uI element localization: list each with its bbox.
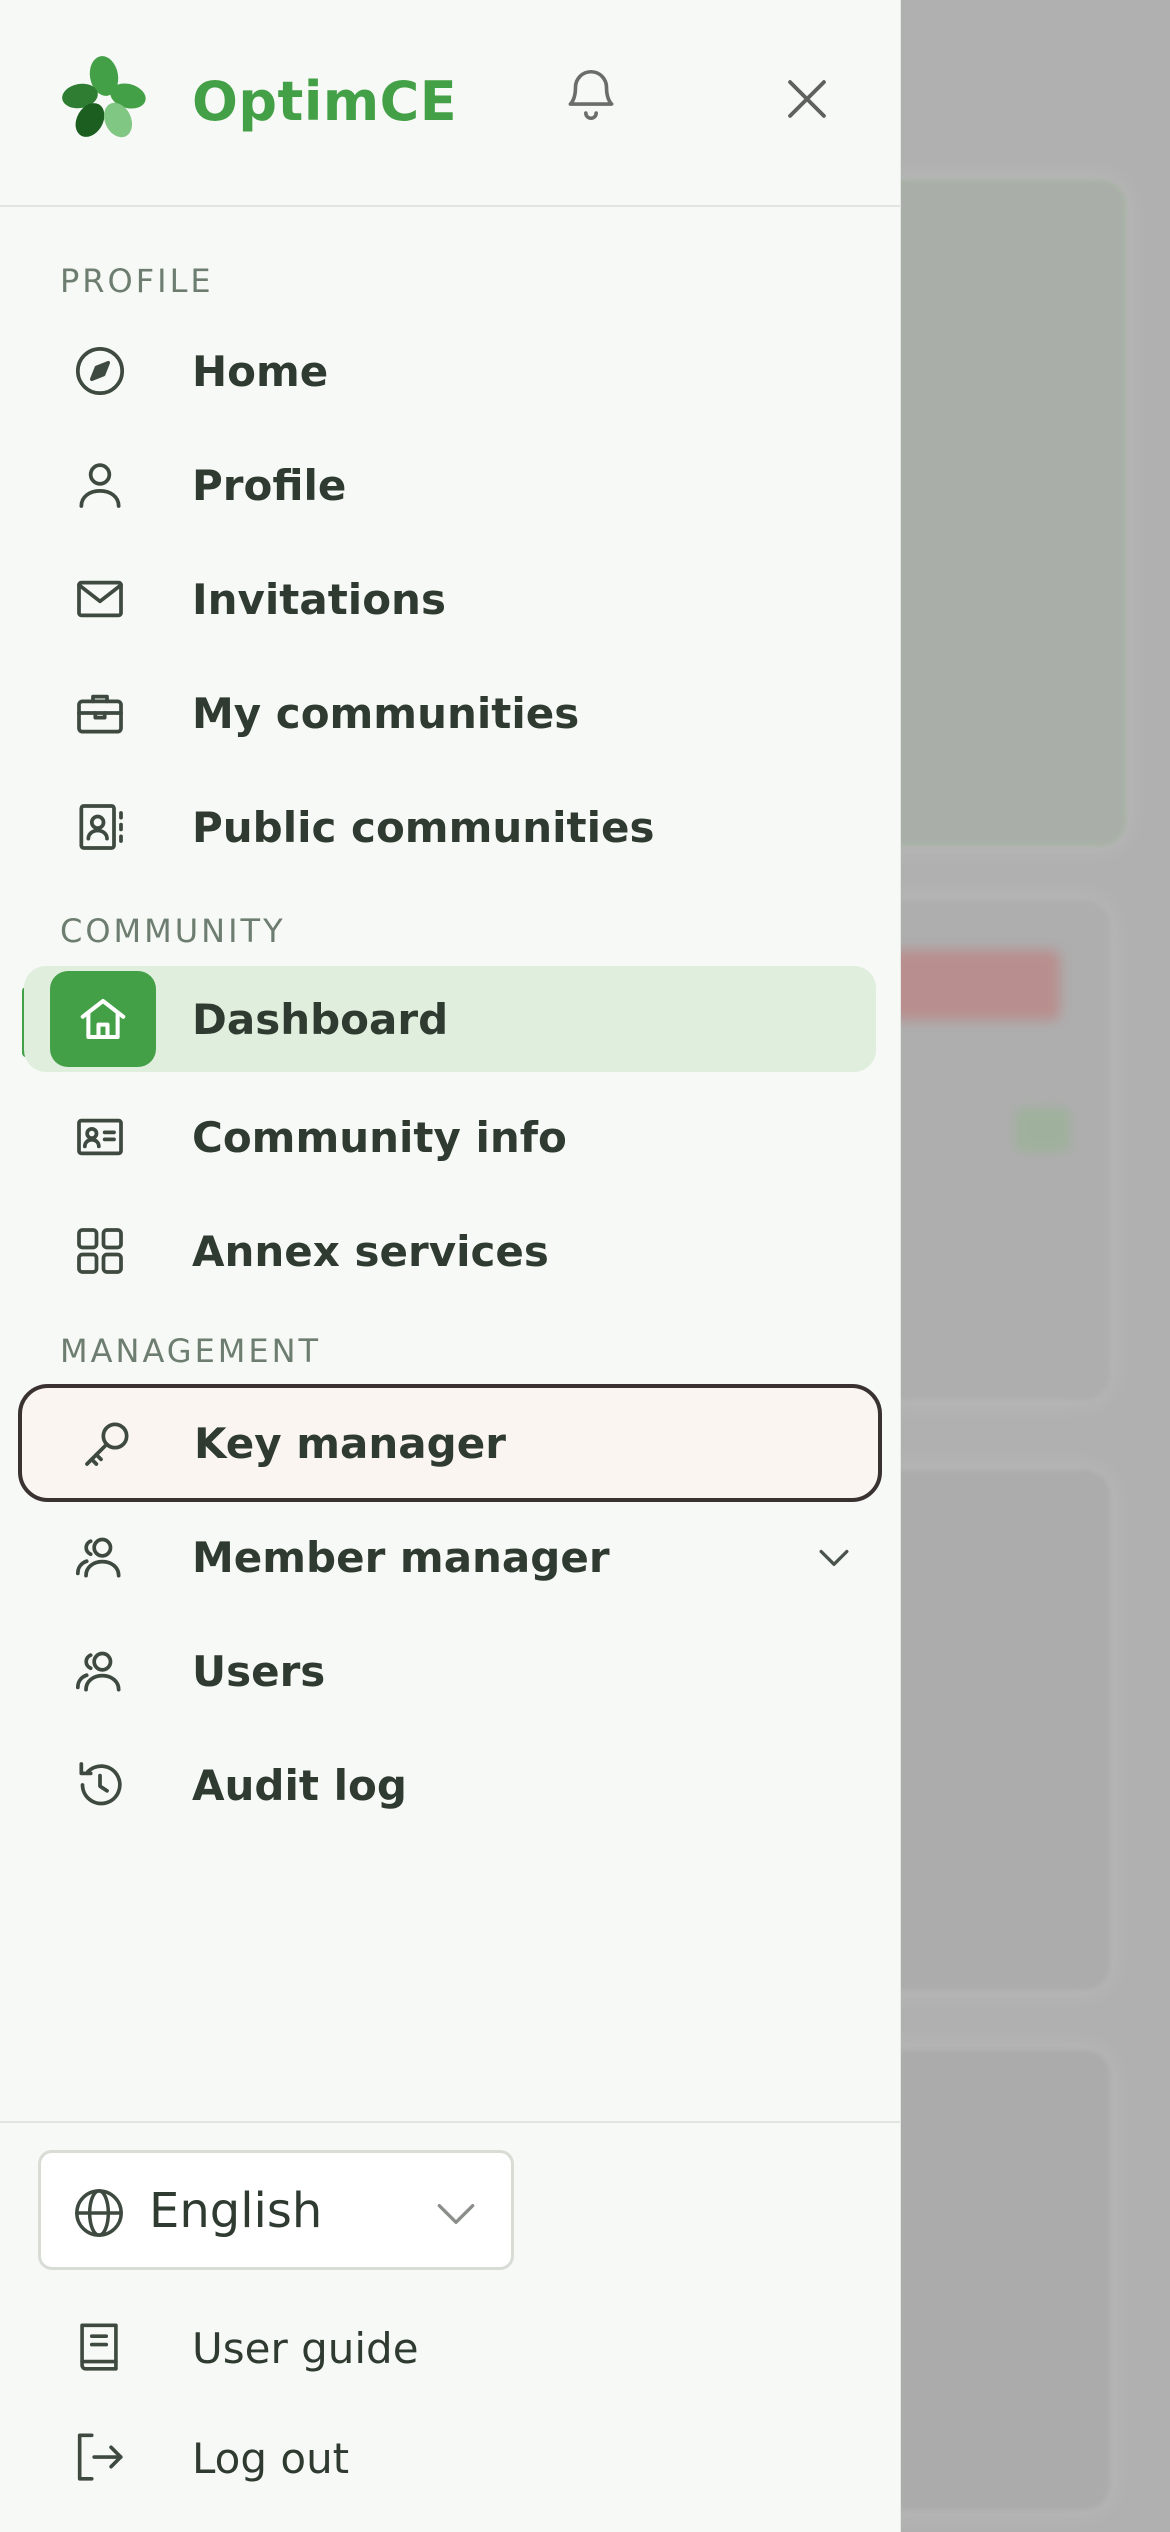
key-icon [78,1413,138,1473]
chevron-down-icon[interactable] [812,1535,856,1579]
book-icon [70,2318,130,2378]
section-label-profile: PROFILE [60,262,214,300]
nav-item-users[interactable]: Users [22,1618,878,1724]
nav-item-label: Audit log [192,1760,407,1810]
nav-item-label: Annex services [192,1226,549,1276]
navigation-drawer: OptimCE PROFILE Home Profile Invitations… [0,0,901,2532]
nav-item-label: Invitations [192,574,446,624]
home-icon [50,971,156,1067]
background-card [870,1470,1110,1990]
globe-icon [71,2185,127,2241]
bell-icon [568,70,614,120]
background-card [870,2050,1110,2510]
nav-item-label: Users [192,1646,326,1696]
nav-item-audit-log[interactable]: Audit log [22,1732,878,1838]
chevron-down-icon [431,2189,481,2239]
language-select[interactable]: English [38,2150,514,2270]
footer-divider [0,2121,900,2123]
nav-item-community-info[interactable]: Community info [22,1084,878,1190]
nav-item-label: Dashboard [192,994,449,1044]
users-icon [70,1527,130,1587]
nav-item-label: My communities [192,688,580,738]
logout-icon [70,2428,130,2488]
contacts-book-icon [70,797,130,857]
nav-item-label: Home [192,346,329,396]
nav-item-label: Profile [192,460,347,510]
nav-item-label: Community info [192,1112,567,1162]
background-badge [1015,1108,1070,1152]
notifications-button[interactable] [560,64,622,126]
language-selected-value: English [149,2183,323,2239]
drawer-header: OptimCE [0,0,900,207]
nav-item-key-manager[interactable]: Key manager [18,1384,882,1502]
users-icon [70,1641,130,1701]
history-icon [70,1755,130,1815]
nav-item-label: Key manager [194,1418,506,1468]
nav-item-dashboard[interactable]: Dashboard [24,966,876,1072]
nav-item-annex-services[interactable]: Annex services [22,1198,878,1304]
user-guide-label: User guide [192,2324,419,2373]
briefcase-icon [70,683,130,743]
section-label-management: MANAGEMENT [60,1332,322,1370]
nav-item-invitations[interactable]: Invitations [22,546,878,652]
app-name: OptimCE [192,70,458,133]
logo-icon [58,52,150,144]
id-card-icon [70,1107,130,1167]
section-label-community: COMMUNITY [60,912,286,950]
nav-item-label: Public communities [192,802,655,852]
nav-item-my-communities[interactable]: My communities [22,660,878,766]
close-drawer-button[interactable] [778,70,836,128]
nav-item-home[interactable]: Home [22,318,878,424]
nav-item-profile[interactable]: Profile [22,432,878,538]
background-badge [890,950,1060,1020]
user-guide-link[interactable]: User guide [22,2298,878,2398]
logout-button[interactable]: Log out [22,2408,878,2508]
compass-icon [70,341,130,401]
nav-item-member-manager[interactable]: Member manager [22,1504,878,1610]
grid-icon [70,1221,130,1281]
user-icon [70,455,130,515]
logout-label: Log out [192,2434,350,2483]
nav-item-label: Member manager [192,1532,610,1582]
background-card [870,180,1126,846]
nav-item-public-communities[interactable]: Public communities [22,774,878,880]
mail-icon [70,569,130,629]
close-icon [788,80,826,118]
